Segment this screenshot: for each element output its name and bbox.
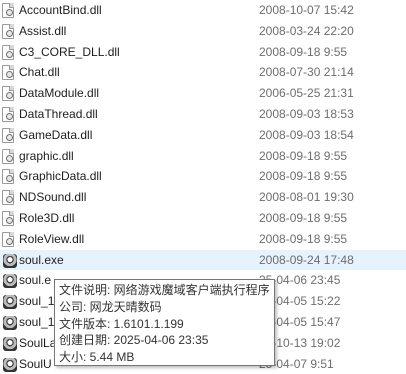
dll-file-icon [2, 210, 14, 226]
file-date-modified: 2008-07-30 21:14 [259, 65, 354, 80]
file-name: Assist.dll [19, 23, 67, 38]
tooltip-version: 文件版本: 1.6101.1.199 [59, 316, 184, 331]
dll-file-icon [2, 169, 14, 185]
file-name: Chat.dll [19, 65, 60, 80]
exe-app-icon [2, 294, 17, 310]
exe-app-icon [2, 357, 17, 372]
dll-file-icon [2, 231, 14, 247]
file-date-modified: 2008-09-18 9:55 [259, 169, 348, 184]
file-name: DataModule.dll [19, 86, 100, 101]
file-name: soul.e [19, 273, 52, 288]
file-name: Role3D.dll [19, 210, 75, 225]
dll-file-icon [2, 127, 14, 143]
exe-app-icon [2, 315, 17, 330]
dll-file-icon [2, 23, 14, 39]
dll-file-icon [2, 3, 14, 18]
dll-file-icon [2, 44, 14, 60]
file-name: DataThread.dll [19, 106, 98, 121]
file-name: AccountBind.dll [19, 3, 102, 17]
dll-file-icon [2, 106, 14, 122]
dll-file-icon [2, 190, 14, 206]
file-name: NDSound.dll [19, 190, 87, 205]
file-name: graphic.dll [19, 148, 74, 163]
file-date-modified: 2006-05-25 21:31 [259, 86, 354, 101]
file-name: soul.exe [19, 252, 64, 267]
file-name: SoulLa [19, 335, 57, 350]
file-row[interactable]: GameData.dll 2008-09-03 18:54 [0, 125, 406, 146]
exe-app-icon [2, 273, 17, 289]
file-date-modified: 2008-10-07 15:42 [259, 3, 354, 17]
file-row[interactable]: C3_CORE_DLL.dll 2008-09-18 9:55 [0, 42, 406, 63]
file-date-modified: 2008-09-18 9:55 [259, 44, 348, 59]
file-row[interactable]: Chat.dll 2008-07-30 21:14 [0, 62, 406, 83]
file-date-modified: 2008-09-03 18:53 [259, 106, 354, 121]
file-name: SoulU [19, 356, 52, 371]
file-row[interactable]: soul.exe 2008-09-24 17:48 [0, 249, 406, 271]
file-row[interactable]: Assist.dll 2008-03-24 22:20 [0, 21, 406, 42]
file-date-modified: 2008-09-18 9:55 [259, 231, 348, 246]
file-row[interactable]: DataModule.dll 2006-05-25 21:31 [0, 83, 406, 104]
file-name: soul_1 [19, 294, 55, 309]
file-row[interactable]: DataThread.dll 2008-09-03 18:53 [0, 104, 406, 125]
tooltip-company: 公司: 网龙天晴数码 [59, 299, 162, 314]
file-date-modified: 2008-03-24 22:20 [259, 23, 354, 38]
file-name: C3_CORE_DLL.dll [19, 44, 120, 59]
file-row[interactable]: NDSound.dll 2008-08-01 19:30 [0, 187, 406, 208]
file-row[interactable]: RoleView.dll 2008-09-18 9:55 [0, 229, 406, 250]
file-date-modified: 2008-09-18 9:55 [259, 210, 348, 225]
tooltip-size: 大小: 5.44 MB [59, 350, 135, 365]
file-name: GameData.dll [19, 127, 93, 142]
dll-file-icon [2, 65, 14, 81]
tooltip-description: 文件说明: 网络游戏魔域客户端执行程序 [59, 283, 270, 297]
file-date-modified: 2008-09-18 9:55 [259, 148, 348, 163]
file-row[interactable]: Role3D.dll 2008-09-18 9:55 [0, 208, 406, 229]
tooltip-created: 创建日期: 2025-04-06 23:35 [59, 333, 209, 348]
file-date-modified: 2008-09-03 18:54 [259, 127, 354, 142]
file-name: GraphicData.dll [19, 169, 102, 184]
file-row[interactable]: GraphicData.dll 2008-09-18 9:55 [0, 166, 406, 187]
dll-file-icon [2, 86, 14, 102]
dll-file-icon [2, 148, 14, 164]
file-name: RoleView.dll [19, 231, 85, 246]
file-row[interactable]: AccountBind.dll 2008-10-07 15:42 [0, 0, 406, 21]
file-date-modified: 2008-08-01 19:30 [259, 190, 354, 205]
file-name: soul_1 [19, 314, 55, 329]
file-date-modified: 2008-09-24 17:48 [259, 252, 354, 267]
exe-app-icon [2, 253, 17, 268]
file-row[interactable]: graphic.dll 2008-09-18 9:55 [0, 146, 406, 167]
file-tooltip: 文件说明: 网络游戏魔域客户端执行程序 公司: 网龙天晴数码 文件版本: 1.6… [54, 279, 275, 366]
exe-app-icon [2, 336, 17, 351]
